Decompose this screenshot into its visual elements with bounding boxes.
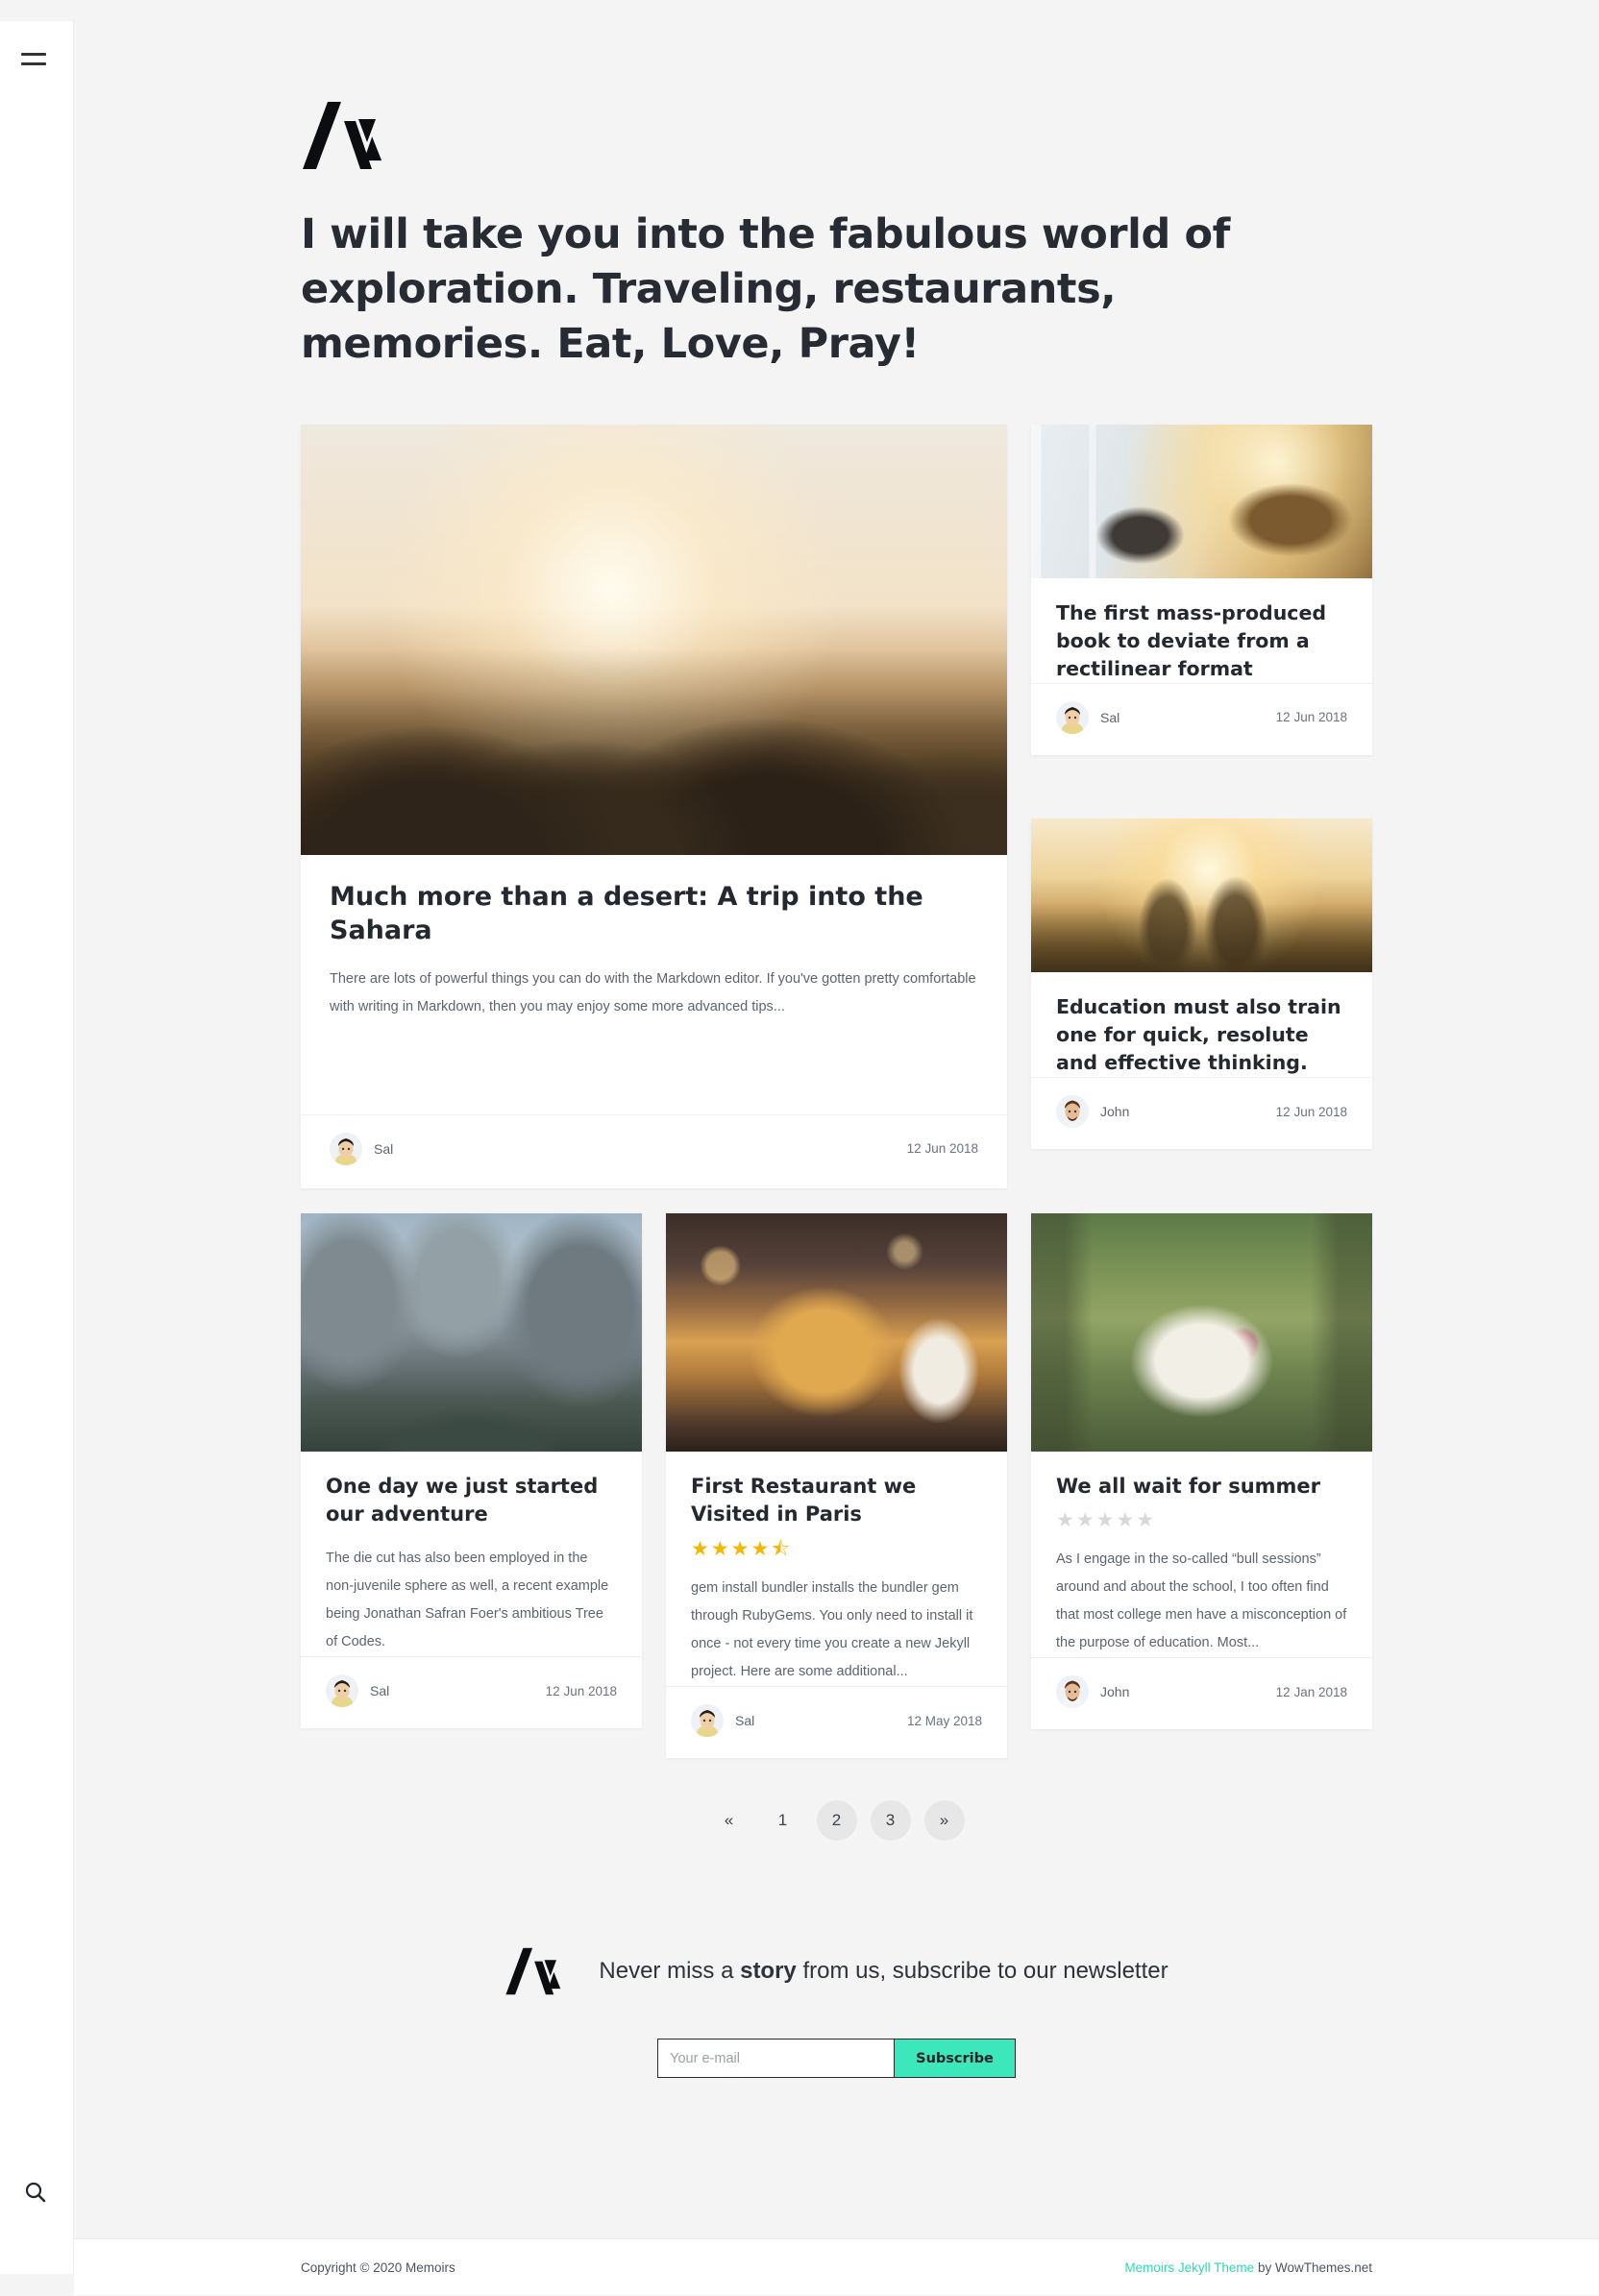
hamburger-line (21, 53, 46, 56)
post-thumbnail[interactable] (1031, 1212, 1372, 1452)
post-card[interactable]: One day we just started our adventure Th… (301, 1212, 642, 1729)
newsletter-section: Never miss a story from us, subscribe to… (301, 1946, 1372, 2079)
post-author: Sal (735, 1713, 755, 1729)
star-full: ★ (710, 1538, 731, 1561)
avatar (326, 1674, 358, 1708)
star-half: ⯪ (771, 1538, 793, 1561)
copyright-text: Copyright © 2020 Memoirs (301, 2260, 455, 2275)
post-card[interactable]: We all wait for summer ★★★★★ As I engage… (1031, 1212, 1372, 1730)
newsletter-text-strong: story (740, 1958, 797, 1985)
post-meta: Sal 12 May 2018 (666, 1686, 1007, 1758)
page-canvas: I will take you into the fabulous world … (74, 0, 1599, 2295)
subscribe-button[interactable]: Subscribe (894, 2039, 1016, 2079)
post-date: 12 Jun 2018 (1275, 710, 1347, 725)
newsletter-text-after: from us, subscribe to our newsletter (796, 1958, 1168, 1985)
avatar (1056, 700, 1089, 734)
airport-traveler-photo (1031, 424, 1372, 578)
avatar (1056, 1095, 1089, 1129)
hamburger-line (21, 62, 46, 65)
memoirs-logo-icon (504, 1946, 574, 1996)
post-card[interactable]: Education must also train one for quick,… (1031, 818, 1372, 1150)
post-title[interactable]: Much more than a desert: A trip into the… (330, 880, 978, 948)
sunlit-field-photo (1031, 818, 1372, 973)
post-title[interactable]: The first mass-produced book to deviate … (1056, 599, 1347, 683)
restaurant-burger-photo (666, 1212, 1007, 1452)
post-title[interactable]: We all wait for summer (1056, 1473, 1347, 1502)
pagination: « 1 2 3 » (301, 1800, 1372, 1842)
post-thumbnail[interactable] (1031, 424, 1372, 578)
post-card[interactable]: First Restaurant we Visited in Paris ★★★… (666, 1212, 1007, 1759)
featured-post-card[interactable]: Much more than a desert: A trip into the… (301, 424, 1007, 1188)
pagination-next[interactable]: » (923, 1800, 965, 1842)
post-title[interactable]: Education must also train one for quick,… (1056, 993, 1347, 1077)
post-thumbnail[interactable] (1031, 818, 1372, 973)
rating-stars: ★★★★⯪ (691, 1539, 982, 1559)
post-excerpt: There are lots of powerful things you ca… (330, 970, 976, 1014)
post-thumbnail[interactable] (301, 1212, 642, 1452)
post-title[interactable]: First Restaurant we Visited in Paris (691, 1473, 982, 1530)
pagination-page-2[interactable]: 2 (816, 1800, 857, 1842)
post-thumbnail[interactable] (301, 424, 1007, 855)
star-full: ★ (730, 1538, 751, 1561)
theme-credit-link[interactable]: Memoirs Jekyll Theme (1124, 2260, 1254, 2275)
post-meta: Sal 12 Jun 2018 (301, 1113, 1007, 1188)
avatar (1056, 1675, 1089, 1709)
post-card[interactable]: The first mass-produced book to deviate … (1031, 424, 1372, 755)
newsletter-form: Subscribe (301, 2039, 1372, 2079)
avatar (691, 1704, 724, 1738)
newsletter-text-before: Never miss a (599, 1958, 741, 1985)
pagination-page-1[interactable]: 1 (763, 1800, 803, 1841)
avatar (330, 1132, 362, 1165)
post-excerpt: gem install bundler installs the bundler… (691, 1580, 973, 1680)
post-author: Sal (374, 1140, 394, 1157)
hamburger-icon[interactable] (21, 53, 52, 68)
post-date: 12 Jun 2018 (545, 1683, 617, 1698)
email-field[interactable] (657, 2039, 895, 2079)
theme-credit-rest: by WowThemes.net (1254, 2260, 1372, 2275)
mountain-hikers-photo (301, 1212, 642, 1452)
rating-stars: ★★★★★ (1056, 1510, 1347, 1530)
post-author: John (1100, 1104, 1130, 1120)
post-meta: John 12 Jan 2018 (1031, 1657, 1372, 1729)
sunset-hikers-photo (301, 424, 1007, 855)
search-icon[interactable] (23, 2180, 50, 2207)
post-date: 12 Jan 2018 (1275, 1684, 1347, 1699)
post-meta: Sal 12 Jun 2018 (1031, 682, 1372, 755)
star-full: ★ (691, 1538, 711, 1561)
post-date: 12 Jun 2018 (1275, 1104, 1347, 1119)
left-sidebar (0, 21, 74, 2274)
pagination-page-3[interactable]: 3 (870, 1800, 911, 1842)
post-date: 12 May 2018 (906, 1713, 982, 1728)
star-empty: ★ (1056, 1509, 1076, 1532)
post-date: 12 Jun 2018 (906, 1141, 978, 1157)
post-thumbnail[interactable] (666, 1212, 1007, 1452)
post-excerpt: The die cut has also been employed in th… (326, 1551, 609, 1650)
post-excerpt: As I engage in the so-called “bull sessi… (1056, 1551, 1347, 1651)
masthead: I will take you into the fabulous world … (301, 0, 1372, 373)
memoirs-logo-icon[interactable] (301, 100, 401, 171)
post-author: John (1100, 1684, 1130, 1700)
post-author: Sal (370, 1683, 390, 1699)
star-empty: ★ (1136, 1509, 1157, 1532)
footer-bar: Copyright © 2020 Memoirs Memoirs Jekyll … (74, 2238, 1599, 2295)
newsletter-headline: Never miss a story from us, subscribe to… (599, 1958, 1168, 1985)
post-author: Sal (1100, 709, 1120, 725)
star-empty: ★ (1116, 1509, 1137, 1532)
pagination-prev[interactable]: « (709, 1800, 750, 1841)
star-full: ★ (750, 1538, 772, 1561)
star-empty: ★ (1095, 1509, 1117, 1532)
berries-photo (1031, 1212, 1372, 1452)
post-meta: John 12 Jun 2018 (1031, 1077, 1372, 1149)
post-meta: Sal 12 Jun 2018 (301, 1656, 642, 1728)
theme-credit: Memoirs Jekyll Theme by WowThemes.net (1124, 2260, 1372, 2275)
page-title: I will take you into the fabulous world … (301, 210, 1230, 369)
post-title[interactable]: One day we just started our adventure (326, 1473, 617, 1530)
post-grid: Much more than a desert: A trip into the… (301, 424, 1372, 1759)
star-empty: ★ (1075, 1509, 1096, 1532)
